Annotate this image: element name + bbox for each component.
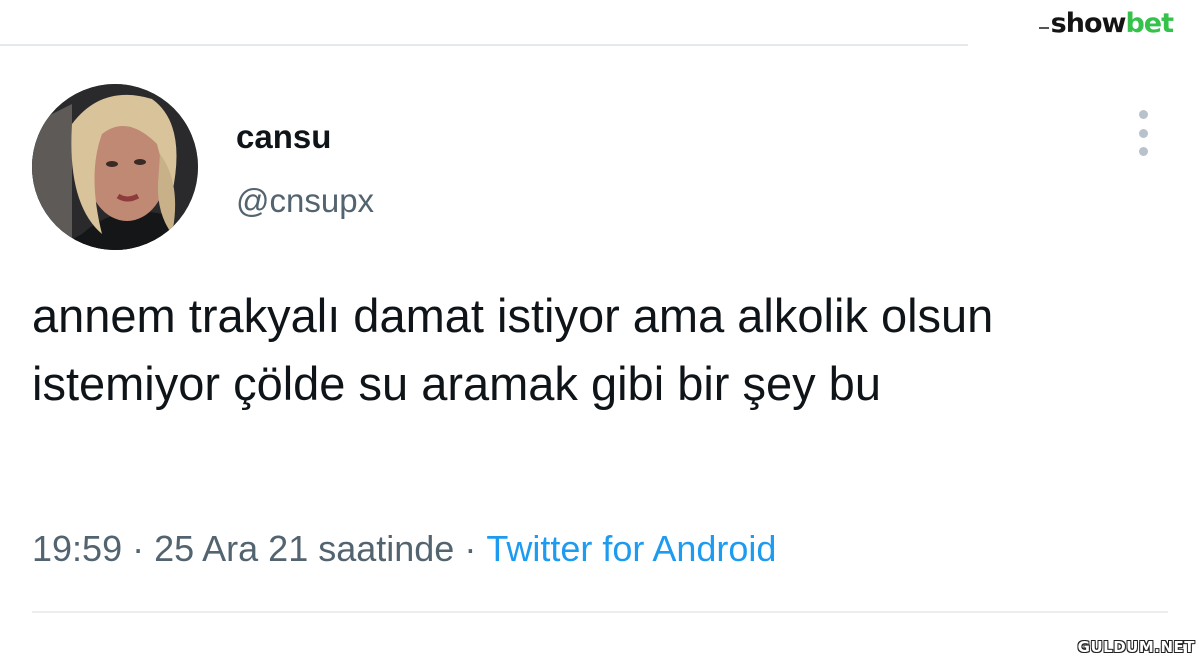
- meta-separator: ·: [464, 528, 477, 569]
- logo-dash: [1038, 26, 1049, 29]
- logo-show-text: show: [1050, 8, 1127, 39]
- tweet-meta: 19:59 · 25 Ara 21 saatinde · Twitter for And…: [32, 528, 776, 570]
- tweet-source-link[interactable]: Twitter for Android: [486, 528, 776, 569]
- display-name[interactable]: cansu: [236, 118, 331, 156]
- watermark: GULDUM.NET: [1077, 638, 1195, 656]
- tweet-text: annem trakyalı damat istiyor ama alkolik…: [32, 289, 994, 410]
- tweet-time[interactable]: 19:59: [32, 528, 122, 569]
- avatar[interactable]: [32, 84, 198, 250]
- avatar-image: [32, 84, 198, 250]
- top-divider: [0, 44, 968, 46]
- more-dot: [1138, 147, 1148, 156]
- showbet-logo: show bet: [1038, 8, 1174, 39]
- meta-separator: ·: [132, 528, 145, 569]
- logo-bet-text: bet: [1125, 8, 1174, 39]
- more-dot: [1138, 128, 1148, 138]
- user-handle[interactable]: @cnsupx: [236, 182, 374, 220]
- tweet-date[interactable]: 25 Ara 21 saatinde: [154, 528, 454, 569]
- more-vertical-icon[interactable]: [1132, 110, 1154, 156]
- bottom-divider: [32, 611, 1168, 613]
- more-dot: [1138, 110, 1148, 119]
